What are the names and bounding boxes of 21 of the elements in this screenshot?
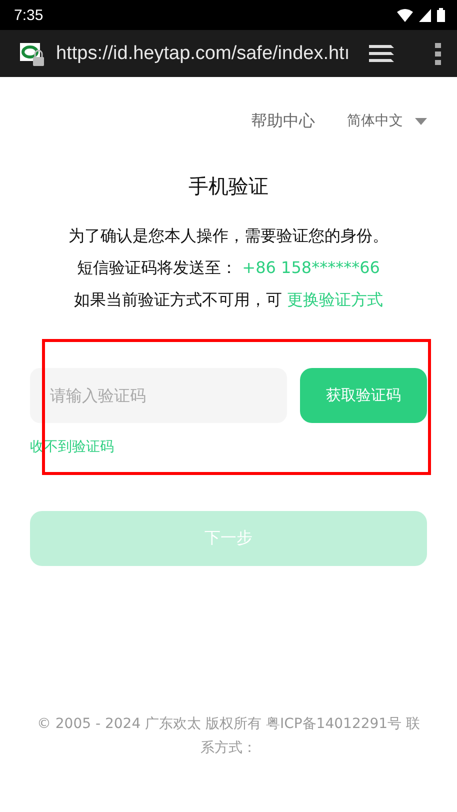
wifi-icon — [397, 8, 413, 22]
no-code-link[interactable]: 收不到验证码 — [30, 438, 114, 456]
tabs-icon[interactable] — [369, 44, 395, 64]
page-title: 手机验证 — [188, 173, 270, 200]
secure-site-icon — [20, 40, 46, 66]
battery-icon — [437, 8, 445, 22]
caret-icon — [415, 118, 427, 124]
signal-icon — [419, 8, 431, 22]
url-text[interactable]: https://id.heytap.com/safe/index.htı — [56, 42, 359, 64]
get-code-button[interactable]: 获取验证码 — [300, 368, 427, 423]
sms-label: 短信验证码将发送至： — [77, 258, 238, 277]
language-select[interactable]: 简体中文 — [347, 112, 427, 130]
intro-text: 为了确认是您本人操作，需要验证您的身份。 — [68, 226, 390, 246]
alternative-text: 如果当前验证方式不可用，可 — [74, 290, 282, 309]
help-center-link[interactable]: 帮助中心 — [251, 110, 315, 132]
change-method-link[interactable]: 更换验证方式 — [287, 290, 384, 309]
copyright-text: © 2005 - 2024 广东欢太 版权所有 粤ICP备14012291号 联系方式： — [36, 715, 422, 758]
more-icon[interactable] — [435, 42, 441, 64]
clock: 7:35 — [14, 6, 44, 24]
phone-number: +86 158******66 — [242, 258, 380, 277]
code-input-field[interactable]: 请输入验证码 — [30, 368, 287, 423]
